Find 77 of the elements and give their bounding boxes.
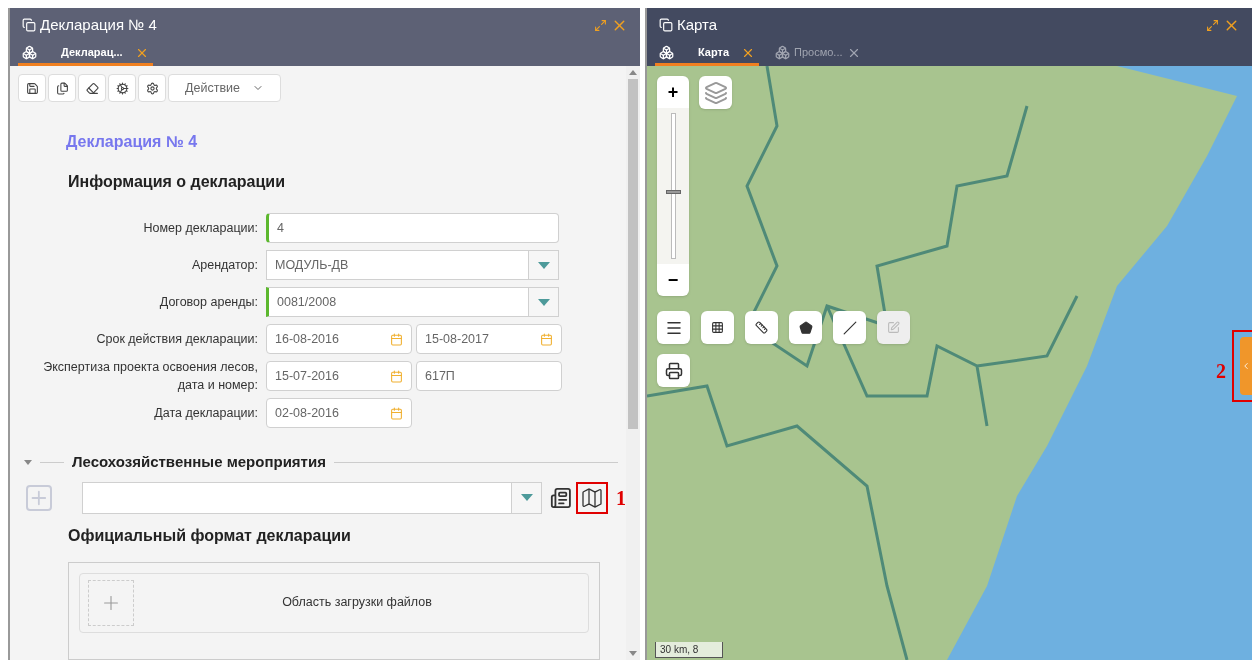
save-icon: [25, 81, 39, 95]
line-icon: [842, 320, 857, 335]
calendar-icon[interactable]: [390, 369, 403, 383]
dropdown-arrow-icon: [537, 298, 550, 306]
field-label: Срок действия декларации:: [95, 331, 258, 348]
copy-icon: [55, 81, 69, 95]
settings-icon: [145, 81, 159, 95]
dropdown[interactable]: 0081/2008: [266, 287, 559, 317]
ruler-button[interactable]: [745, 311, 778, 344]
input-field[interactable]: 4: [266, 213, 559, 243]
upload-label: Область загрузки файлов: [281, 594, 433, 612]
section-title: Лесохозяйственные мероприятия: [72, 452, 326, 472]
window-title: Декларация № 4: [40, 14, 157, 35]
line-button[interactable]: [833, 311, 866, 344]
zoom-in-button[interactable]: +: [657, 76, 689, 108]
zoom-out-button[interactable]: −: [657, 264, 689, 296]
maximize-icon[interactable]: [1206, 18, 1219, 32]
field-label: Договор аренды:: [158, 294, 258, 311]
field-label: Дата декларации:: [153, 405, 258, 422]
chevron-left-icon: [1241, 361, 1251, 371]
section-title: Информация о декларации: [68, 172, 286, 192]
grid-icon: [711, 321, 724, 334]
scrollbar[interactable]: [626, 66, 640, 660]
maximize-icon[interactable]: [594, 18, 607, 32]
cubes-icon: [659, 45, 674, 60]
window-title: Карта: [677, 14, 718, 35]
print-button[interactable]: [657, 354, 690, 387]
calendar-icon[interactable]: [390, 406, 403, 420]
scroll-up-icon[interactable]: [629, 70, 637, 75]
printer-icon: [664, 361, 683, 380]
collapse-arrow-icon[interactable]: [24, 459, 32, 465]
field-label: Арендатор:: [190, 257, 258, 274]
dropdown[interactable]: МОДУЛЬ-ДВ: [266, 250, 559, 280]
cubes-icon: [22, 45, 37, 60]
menu-button[interactable]: [657, 311, 690, 344]
dropdown-arrow-icon: [537, 261, 550, 269]
field-label: Экспертиза проекта освоения лесов, дата и номер:: [42, 359, 258, 394]
ruler-icon: [755, 321, 768, 334]
zoom-slider[interactable]: [657, 108, 689, 264]
upload-area[interactable]: Область загрузки файлов: [79, 572, 589, 633]
scale-bar: 30 km, 8: [655, 642, 723, 658]
dropdown-arrow-icon: [520, 494, 533, 501]
polygon-button[interactable]: [789, 311, 822, 344]
gears-button[interactable]: [108, 74, 136, 102]
date-field[interactable]: 15-08-2017: [416, 324, 562, 354]
slider-thumb[interactable]: [665, 189, 681, 194]
edit-button[interactable]: [877, 311, 910, 344]
gears-icon: [115, 81, 129, 95]
window-icon: [22, 18, 36, 32]
cubes-icon: [775, 45, 791, 60]
settings-button[interactable]: [138, 74, 166, 102]
eraser-icon: [85, 81, 99, 95]
date-field[interactable]: 02-08-2016: [266, 398, 412, 428]
news-icon[interactable]: [550, 486, 572, 509]
field-label: Номер декларации:: [142, 220, 258, 237]
window-icon: [659, 18, 673, 32]
layers-icon: [703, 80, 728, 105]
copy-button[interactable]: [48, 74, 76, 102]
date-field[interactable]: 15-07-2016: [266, 361, 412, 391]
eraser-button[interactable]: [78, 74, 106, 102]
panel-toggle-button[interactable]: [1240, 337, 1252, 395]
scroll-down-icon[interactable]: [629, 651, 637, 656]
date-field[interactable]: 16-08-2016: [266, 324, 412, 354]
tab[interactable]: Просмо...: [771, 42, 865, 66]
annotation-number: 2: [1216, 359, 1226, 384]
save-button[interactable]: [18, 74, 46, 102]
calendar-icon[interactable]: [540, 332, 553, 346]
pentagon-icon: [798, 320, 813, 335]
layers-button[interactable]: [699, 76, 732, 109]
section-title: Официальный формат декларации: [68, 525, 352, 546]
edit-icon: [887, 321, 900, 334]
action-dropdown[interactable]: Действие: [168, 74, 281, 102]
grid-button[interactable]: [701, 311, 734, 344]
page-heading: Декларация № 4: [66, 132, 199, 152]
annotation-number: 1: [616, 485, 626, 511]
calendar-icon[interactable]: [390, 332, 403, 346]
input-field[interactable]: 617П: [416, 361, 562, 391]
